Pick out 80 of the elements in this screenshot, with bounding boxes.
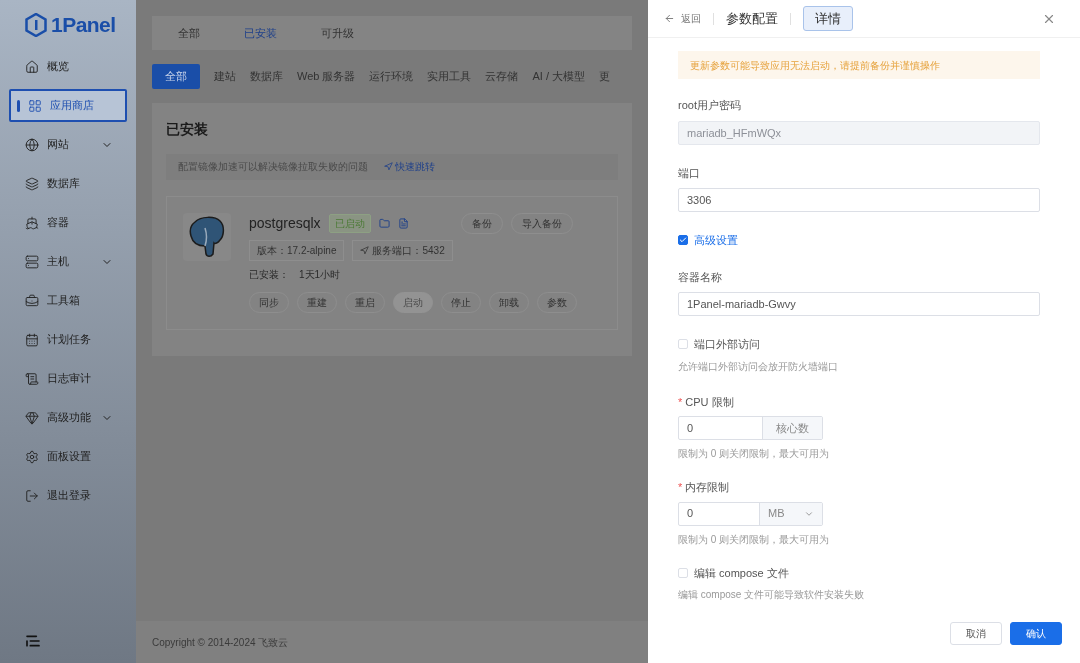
field-hint: 编辑 compose 文件可能导致软件安装失败 xyxy=(678,588,866,602)
globe-icon xyxy=(25,137,39,152)
number-field[interactable]: 0 MB xyxy=(678,501,823,526)
required-mark: * xyxy=(678,480,683,495)
send-icon xyxy=(360,245,370,255)
text-field[interactable]: 1Panel-mariadb-Gwvy xyxy=(678,292,1040,316)
category-tab[interactable]: 数据库 xyxy=(250,68,283,85)
field-hint: 限制为 0 则关闭限制，最大可用为 xyxy=(678,532,831,547)
server-icon xyxy=(25,254,39,269)
confirm-button[interactable]: 确认 xyxy=(1010,622,1062,645)
sidebar-item[interactable]: 数据库 xyxy=(9,167,127,200)
field-label: CPU 限制 xyxy=(685,394,734,410)
logo-text: 1Panel xyxy=(51,12,116,39)
sidebar-item[interactable]: 网站 xyxy=(9,128,127,161)
installed-time: 1天1小时 xyxy=(299,267,341,282)
back-link[interactable]: 返回 xyxy=(664,11,701,26)
port-tag: 服务端口：5432 xyxy=(352,239,453,261)
unit-label: 核心数 xyxy=(762,417,822,439)
sidebar-item[interactable]: 应用商店 xyxy=(9,89,127,122)
sidebar-item[interactable]: 概览 xyxy=(9,50,127,83)
status-tag: 已启动 xyxy=(328,213,371,233)
checkbox-label: 端口外部访问 xyxy=(694,337,760,352)
logout-icon xyxy=(25,488,39,503)
ship-icon xyxy=(25,215,39,230)
number-field[interactable]: 0 核心数 xyxy=(678,416,823,440)
category-tab[interactable]: 全部 xyxy=(152,64,200,89)
field-hint: 允许端口外部访问会放开防火墙端口 xyxy=(678,359,839,374)
field-hint: 限制为 0 则关闭限制，最大可用为 xyxy=(678,447,831,461)
version-tag: 版本：17.2-alpine xyxy=(249,239,345,261)
category-tab[interactable]: Web 服务器 xyxy=(297,68,356,85)
calendar-icon xyxy=(25,332,39,347)
sidebar-item[interactable]: 计划任务 xyxy=(9,323,127,356)
quick-jump-link[interactable]: 快速跳转 xyxy=(384,159,435,174)
menu-collapse-icon[interactable] xyxy=(25,633,41,649)
back-arrow-icon xyxy=(664,13,675,24)
section-title: 已安装 xyxy=(166,119,209,139)
category-tab[interactable]: 更 xyxy=(599,68,611,85)
document-icon[interactable] xyxy=(397,217,409,229)
active-indicator xyxy=(17,99,20,112)
sidebar-item[interactable]: 主机 xyxy=(9,245,127,278)
copyright-text: Copyright © 2014-2024 飞致云 xyxy=(152,635,289,650)
gem-icon xyxy=(25,410,39,425)
sidebar-item[interactable]: 高级功能 xyxy=(9,401,127,434)
field-label: 容器名称 xyxy=(678,269,722,285)
category-tab[interactable]: 云存储 xyxy=(485,68,519,85)
field-label: 端口 xyxy=(678,165,700,181)
sidebar-item[interactable]: 工具箱 xyxy=(9,284,127,317)
tab[interactable]: 可升级 xyxy=(321,24,354,42)
unit-select[interactable]: MB xyxy=(759,502,822,525)
alert-text: 更新参数可能导致应用无法启动，请提前备份并谨慎操作 xyxy=(690,58,940,73)
sidebar-item[interactable]: 日志审计 xyxy=(9,362,127,395)
drawer-title: 参数配置 xyxy=(726,9,778,28)
gear-icon xyxy=(25,449,39,464)
tab[interactable]: 已安装 xyxy=(244,24,277,42)
checkbox-label: 高级设置 xyxy=(694,233,738,248)
sidebar-item[interactable]: 容器 xyxy=(9,206,127,239)
text-field[interactable]: 3306 xyxy=(678,188,1040,212)
send-icon xyxy=(384,162,393,171)
category-tab[interactable]: 建站 xyxy=(214,68,236,85)
app-name: postgresqlx xyxy=(249,213,321,233)
tab[interactable]: 全部 xyxy=(178,24,200,42)
required-mark: * xyxy=(678,394,683,410)
category-tab[interactable]: AI / 大模型 xyxy=(532,68,586,85)
sidebar-item[interactable]: 面板设置 xyxy=(9,440,127,473)
cancel-button[interactable]: 取消 xyxy=(950,622,1002,645)
toolbox-icon xyxy=(25,293,39,308)
field-label: root用户密码 xyxy=(678,98,741,113)
checkbox-label: 编辑 compose 文件 xyxy=(694,565,789,581)
home-icon xyxy=(25,59,39,74)
checkbox[interactable] xyxy=(678,235,688,246)
category-tab[interactable]: 实用工具 xyxy=(427,68,472,85)
details-tab[interactable]: 详情 xyxy=(803,5,853,32)
field-label: 内存限制 xyxy=(685,480,730,495)
sidebar-item[interactable]: 退出登录 xyxy=(9,479,127,512)
folder-icon[interactable] xyxy=(378,217,390,229)
category-tab[interactable]: 运行环境 xyxy=(369,68,414,85)
logo-icon xyxy=(25,13,47,37)
installed-label: 已安装： xyxy=(249,267,289,282)
layers-icon xyxy=(25,176,39,191)
grid-icon xyxy=(28,98,42,113)
